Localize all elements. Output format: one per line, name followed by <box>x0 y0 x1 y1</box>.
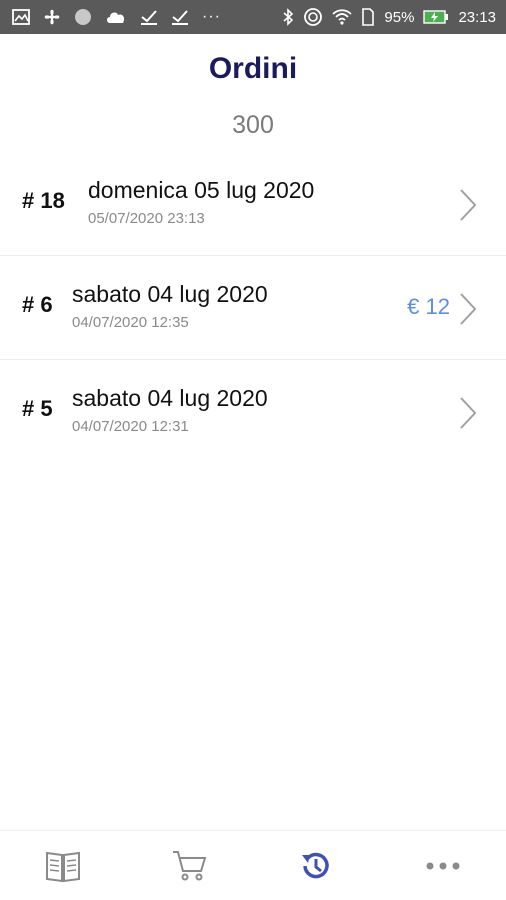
order-number: # 6 <box>22 292 53 317</box>
page-subtitle: 300 <box>232 111 274 139</box>
status-bar: ··· 95% 23:13 <box>0 0 506 34</box>
more-notifications-icon: ··· <box>202 8 221 25</box>
order-row[interactable]: # 5 sabato 04 lug 2020 04/07/2020 12:31 <box>0 360 506 464</box>
nav-item-more[interactable] <box>413 841 473 891</box>
book-icon <box>46 851 81 882</box>
orders-list: # 18 domenica 05 lug 2020 05/07/2020 23:… <box>0 152 506 464</box>
order-date: sabato 04 lug 2020 <box>72 385 268 411</box>
status-bar-left: ··· <box>12 8 234 26</box>
check-icon <box>140 8 158 26</box>
fan-icon <box>43 8 61 26</box>
order-date: domenica 05 lug 2020 <box>88 177 315 203</box>
order-number: # 18 <box>22 188 65 213</box>
order-timestamp: 05/07/2020 23:13 <box>88 210 205 227</box>
nav-item-cart[interactable] <box>160 841 220 891</box>
battery-percent: 95% <box>384 8 415 26</box>
nav-item-menu[interactable] <box>33 841 93 891</box>
chevron-right-icon[interactable] <box>458 188 478 222</box>
sim-icon <box>361 8 375 26</box>
bottom-navigation <box>0 830 506 900</box>
gallery-icon <box>12 9 30 25</box>
chevron-right-icon[interactable] <box>458 292 478 326</box>
order-number: # 5 <box>22 396 53 421</box>
page-title: Ordini <box>208 52 298 85</box>
battery-icon <box>423 9 449 25</box>
order-row[interactable]: # 6 sabato 04 lug 2020 04/07/2020 12:35 … <box>0 256 506 360</box>
more-icon <box>426 862 460 869</box>
history-icon <box>302 852 329 878</box>
cloud-icon <box>105 9 127 25</box>
cart-icon <box>172 850 207 880</box>
order-timestamp: 04/07/2020 12:35 <box>72 314 189 331</box>
order-amount: € 12 <box>407 294 450 319</box>
sync-icon <box>303 7 323 27</box>
clock: 23:13 <box>458 8 496 26</box>
circle-icon <box>74 8 92 26</box>
order-date: sabato 04 lug 2020 <box>72 281 268 307</box>
bluetooth-icon <box>282 8 294 26</box>
nav-item-history[interactable] <box>286 841 346 891</box>
wifi-icon <box>332 8 353 26</box>
check-icon <box>171 8 189 26</box>
order-timestamp: 04/07/2020 12:31 <box>72 418 189 435</box>
status-bar-right: 95% 23:13 <box>273 7 496 27</box>
order-row[interactable]: # 18 domenica 05 lug 2020 05/07/2020 23:… <box>0 152 506 256</box>
chevron-right-icon[interactable] <box>458 396 478 430</box>
